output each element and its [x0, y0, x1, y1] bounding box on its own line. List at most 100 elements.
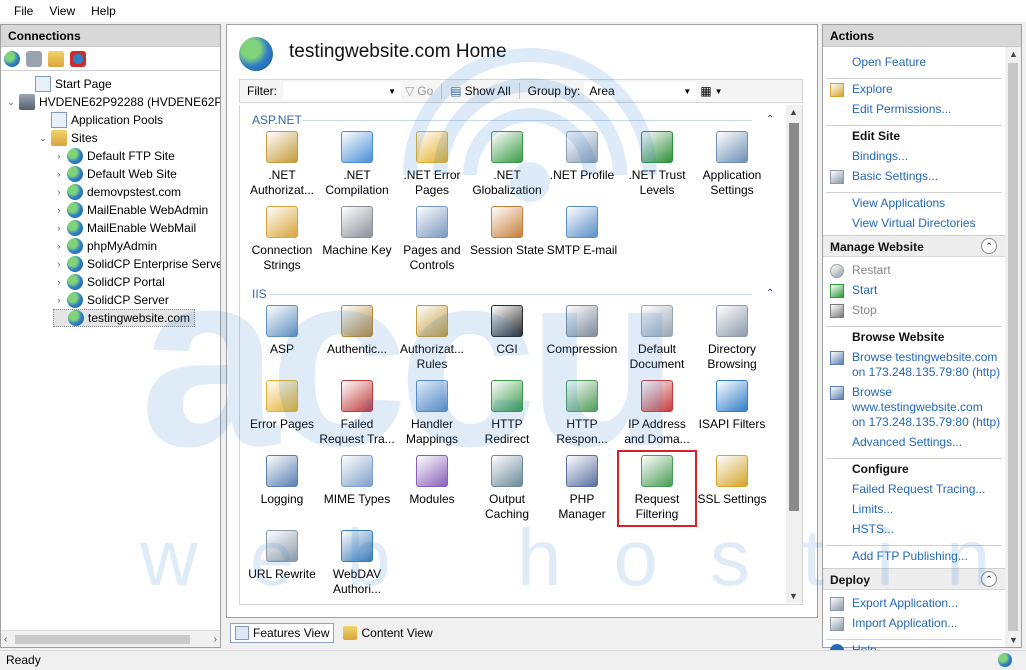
chevron-down-icon[interactable]: ▼ [388, 87, 396, 96]
feature-cgi[interactable]: CGI [469, 305, 545, 357]
action-browse-testingwebsite-com[interactable]: Browse testingwebsite.com on 173.248.135… [852, 350, 1000, 380]
feature-isapi-filters[interactable]: ISAPI Filters [694, 380, 770, 432]
scroll-up-icon[interactable]: ▲ [1009, 49, 1018, 59]
action-browse[interactable]: Browse www.testingwebsite.com on 173.248… [852, 385, 1000, 430]
features-vscroll[interactable]: ▲ ▼ [786, 105, 802, 603]
action-edit-permissions[interactable]: Edit Permissions... [852, 102, 951, 117]
action-view-virtual-directories[interactable]: View Virtual Directories [852, 216, 976, 231]
features-view-button[interactable]: Features View [230, 623, 335, 643]
content-view-button[interactable]: Content View [338, 623, 437, 643]
action-export-application[interactable]: Export Application... [852, 596, 958, 611]
tree-node[interactable]: › phpMyAdmin [53, 237, 157, 255]
expand-toggle-icon[interactable]: › [53, 169, 65, 179]
tree-node[interactable]: › SolidCP Portal [53, 273, 165, 291]
scroll-thumb[interactable] [789, 123, 799, 511]
feature-http-response-headers[interactable]: HTTP Respon... [544, 380, 620, 447]
tree-node[interactable]: Start Page [21, 75, 112, 93]
disconnect-icon[interactable] [70, 50, 86, 67]
expand-toggle-icon[interactable]: › [53, 259, 65, 269]
feature-net-globalization[interactable]: .NET Globalization [469, 131, 545, 198]
menu-help[interactable]: Help [83, 4, 124, 18]
scroll-left-icon[interactable]: ‹ [4, 634, 7, 645]
tree-node[interactable]: › Default Web Site [53, 165, 177, 183]
tree-node[interactable]: ⌄ Sites [37, 129, 98, 147]
scroll-down-icon[interactable]: ▼ [789, 591, 798, 601]
feature-ip-address-domain[interactable]: IP Address and Doma... [619, 380, 695, 447]
action-bindings[interactable]: Bindings... [852, 149, 908, 164]
feature-authorization-rules[interactable]: Authorizat... Rules [394, 305, 470, 372]
collapse-group-icon[interactable]: ⌃ [981, 571, 997, 587]
collapse-section-icon[interactable]: ⌃ [766, 114, 774, 125]
feature-asp[interactable]: ASP [244, 305, 320, 357]
expand-toggle-icon[interactable]: › [53, 277, 65, 287]
tree-node[interactable]: › demovpstest.com [53, 183, 181, 201]
up-folder-icon[interactable] [48, 50, 64, 67]
action-limits[interactable]: Limits... [852, 502, 893, 517]
action-start[interactable]: Start [852, 283, 877, 298]
feature-machine-key[interactable]: Machine Key [319, 206, 395, 258]
feature-pages-and-controls[interactable]: Pages and Controls [394, 206, 470, 273]
feature-request-filtering[interactable]: Request Filtering [617, 450, 697, 527]
connect-icon[interactable] [4, 50, 20, 67]
menu-file[interactable]: File [6, 4, 41, 18]
feature-http-redirect[interactable]: HTTP Redirect [469, 380, 545, 447]
expand-toggle-icon[interactable]: › [53, 295, 65, 305]
feature-application-settings[interactable]: Application Settings [694, 131, 770, 198]
action-advanced-settings[interactable]: Advanced Settings... [852, 435, 962, 450]
action-add-ftp-publishing[interactable]: Add FTP Publishing... [852, 549, 968, 564]
expand-toggle-icon[interactable]: › [53, 151, 65, 161]
feature-failed-request-tracing[interactable]: Failed Request Tra... [319, 380, 395, 447]
feature-php-manager[interactable]: PHP Manager [544, 455, 620, 522]
save-icon[interactable] [26, 50, 42, 67]
action-import-application[interactable]: Import Application... [852, 616, 957, 631]
feature-net-authorization[interactable]: .NET Authorizat... [244, 131, 320, 198]
tree-node[interactable]: › SolidCP Enterprise Server [53, 255, 220, 273]
expand-toggle-icon[interactable]: ⌄ [37, 133, 49, 144]
tree-node[interactable]: › SolidCP Server [53, 291, 169, 309]
feature-net-compilation[interactable]: .NET Compilation [319, 131, 395, 198]
feature-webdav-authoring[interactable]: WebDAV Authori... [319, 530, 395, 597]
expand-toggle-icon[interactable]: ⌄ [5, 97, 17, 108]
tree-node[interactable]: testingwebsite.com [53, 309, 196, 327]
tree-node[interactable]: › Default FTP Site [53, 147, 175, 165]
actions-vscroll[interactable]: ▲ ▼ [1005, 47, 1021, 647]
scroll-right-icon[interactable]: › [214, 634, 217, 645]
action-failed-request-tracing[interactable]: Failed Request Tracing... [852, 482, 985, 497]
collapse-group-icon[interactable]: ⌃ [981, 238, 997, 254]
show-all-button[interactable]: ▤ Show All [446, 84, 514, 98]
expand-toggle-icon[interactable]: › [53, 241, 65, 251]
chevron-down-icon[interactable]: ▼ [683, 87, 691, 96]
view-mode-button[interactable]: ▦ ▼ [696, 84, 726, 98]
feature-url-rewrite[interactable]: URL Rewrite [244, 530, 320, 582]
tree-node[interactable]: Application Pools [37, 111, 163, 129]
feature-mime-types[interactable]: MIME Types [319, 455, 395, 507]
action-view-applications[interactable]: View Applications [852, 196, 945, 211]
feature-authentication[interactable]: Authentic... [319, 305, 395, 357]
connections-hscroll[interactable]: ‹ › [1, 630, 220, 647]
feature-directory-browsing[interactable]: Directory Browsing [694, 305, 770, 372]
expand-toggle-icon[interactable]: › [53, 205, 65, 215]
collapse-section-icon[interactable]: ⌃ [766, 288, 774, 299]
feature-compression[interactable]: Compression [544, 305, 620, 357]
feature-net-profile[interactable]: .NET Profile [544, 131, 620, 183]
tree-node[interactable]: ⌄ HVDENE62P92288 (HVDENE62P92 [5, 93, 220, 111]
action-open-feature[interactable]: Open Feature [852, 55, 926, 70]
expand-toggle-icon[interactable]: › [53, 223, 65, 233]
feature-default-document[interactable]: Default Document [619, 305, 695, 372]
feature-smtp-email[interactable]: SMTP E-mail [544, 206, 620, 258]
filter-input[interactable]: ▼ [283, 82, 401, 100]
feature-session-state[interactable]: Session State [469, 206, 545, 258]
action-hsts[interactable]: HSTS... [852, 522, 894, 537]
feature-connection-strings[interactable]: Connection Strings [244, 206, 320, 273]
expand-toggle-icon[interactable]: › [53, 187, 65, 197]
feature-handler-mappings[interactable]: Handler Mappings [394, 380, 470, 447]
scroll-down-icon[interactable]: ▼ [1009, 635, 1018, 645]
feature-logging[interactable]: Logging [244, 455, 320, 507]
tree-node[interactable]: › MailEnable WebMail [53, 219, 196, 237]
feature-net-error-pages[interactable]: .NET Error Pages [394, 131, 470, 198]
go-button[interactable]: ▽ Go [401, 84, 437, 98]
feature-output-caching[interactable]: Output Caching [469, 455, 545, 522]
feature-ssl-settings[interactable]: SSL Settings [694, 455, 770, 507]
group-by-select[interactable]: Area ▼ [584, 82, 697, 100]
menu-view[interactable]: View [41, 4, 83, 18]
